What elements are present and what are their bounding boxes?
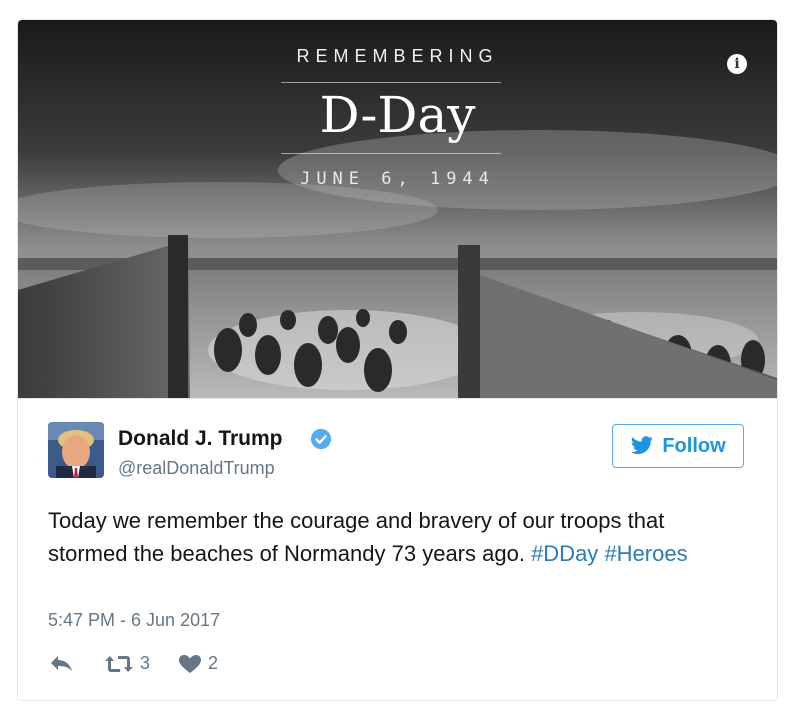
author-handle[interactable]: @realDonaldTrump [118, 458, 275, 479]
reply-button[interactable] [48, 653, 74, 673]
tweet-card: REMEMBERING D-Day JUNE 6, 1944 i Donald … [17, 19, 778, 701]
media-title: D-Day [319, 86, 476, 144]
like-button[interactable]: 2 [178, 653, 218, 674]
avatar[interactable] [48, 422, 104, 478]
follow-label: Follow [662, 434, 726, 457]
heart-icon [179, 654, 201, 673]
media-date: JUNE 6, 1944 [300, 169, 495, 189]
follow-button[interactable]: Follow [612, 424, 744, 468]
tweet-media[interactable]: REMEMBERING D-Day JUNE 6, 1944 i [18, 20, 777, 399]
retweet-count: 3 [140, 653, 151, 673]
hashtag-heroes[interactable]: #Heroes [604, 541, 687, 566]
twitter-bird-icon [631, 436, 654, 455]
hashtag-dday[interactable]: #DDay [531, 541, 598, 566]
tweet-text: Today we remember the courage and braver… [48, 504, 748, 570]
title-divider-top [281, 82, 501, 83]
retweet-button[interactable]: 3 [104, 653, 150, 674]
dday-photo [18, 20, 777, 398]
media-pretitle: REMEMBERING [296, 46, 499, 66]
info-icon[interactable]: i [727, 54, 747, 74]
reply-icon [51, 656, 72, 671]
title-divider-bottom [281, 153, 501, 154]
verified-badge-icon [310, 428, 332, 450]
like-count: 2 [208, 653, 219, 673]
retweet-icon [105, 655, 133, 672]
tweet-timestamp[interactable]: 5:47 PM - 6 Jun 2017 [48, 610, 220, 631]
author-name[interactable]: Donald J. Trump [118, 427, 283, 451]
